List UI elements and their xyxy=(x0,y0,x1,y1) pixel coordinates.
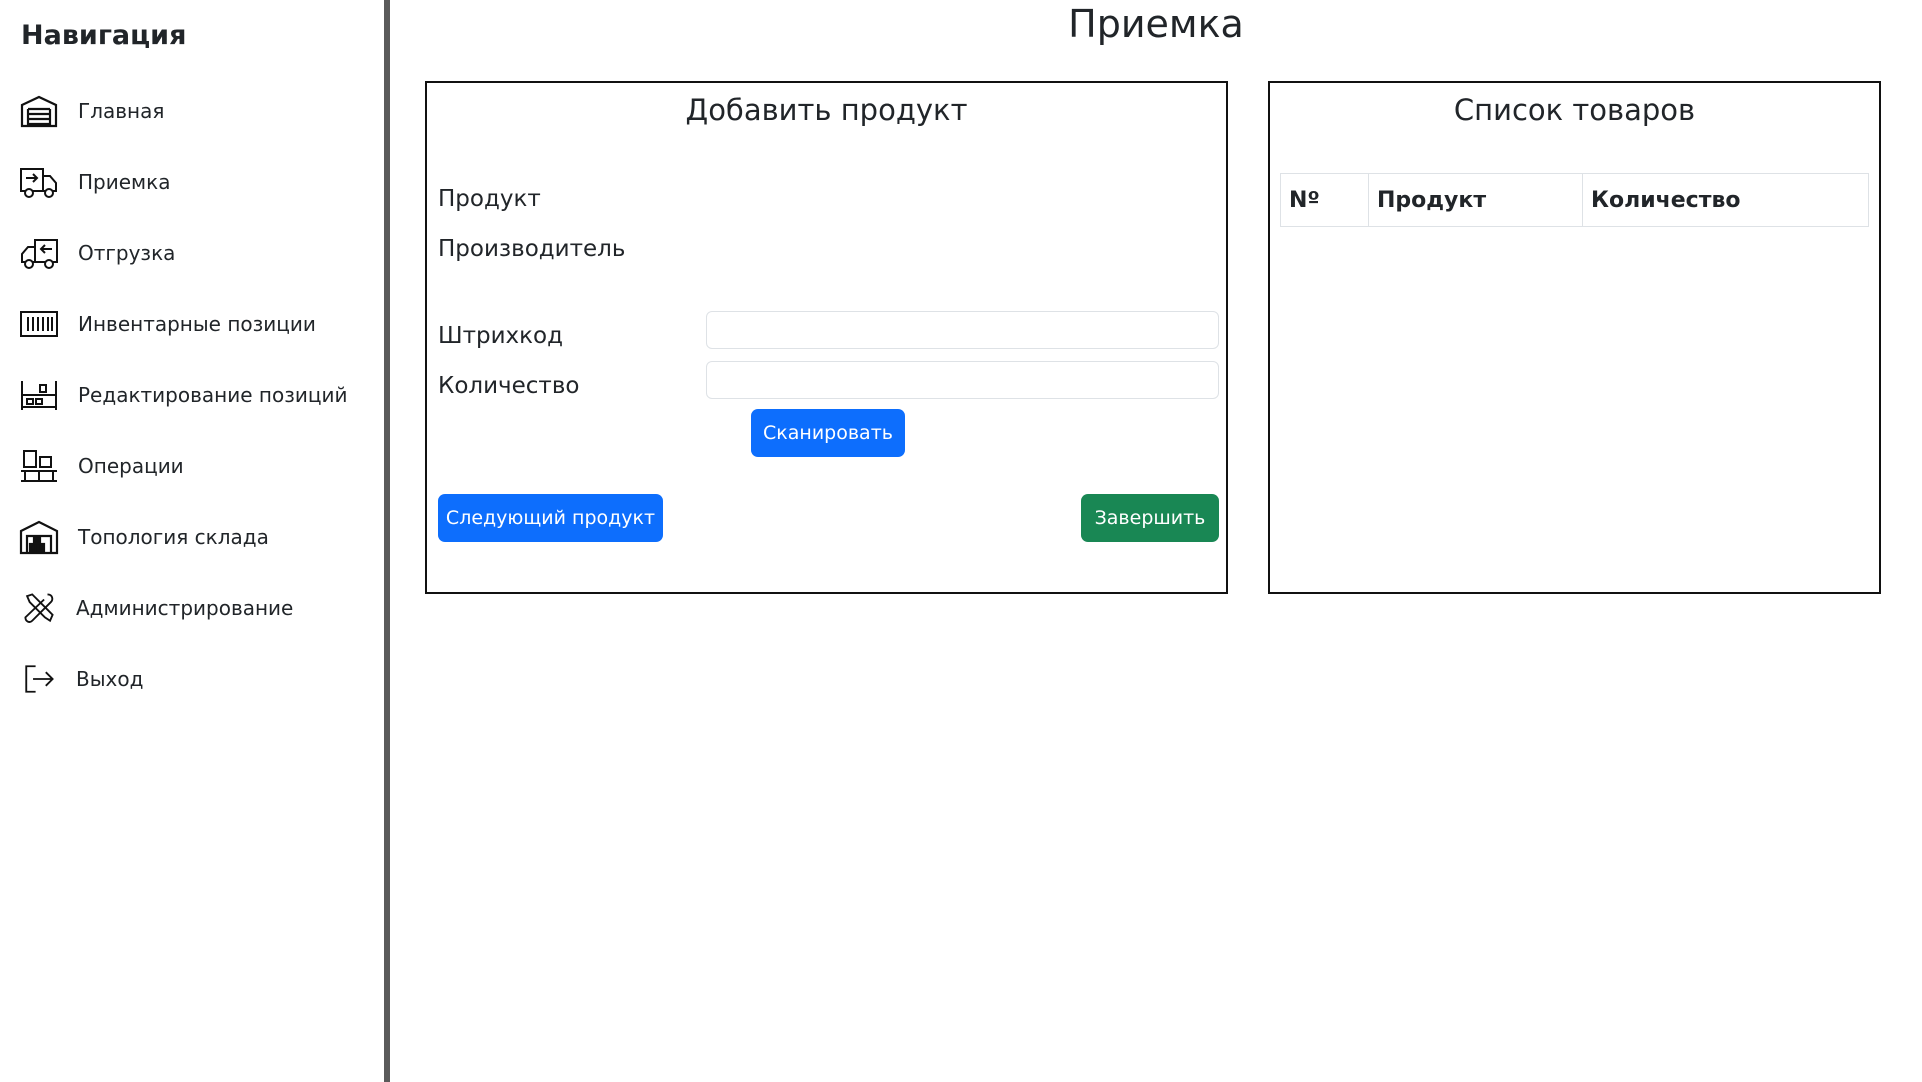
quantity-label: Количество xyxy=(438,373,580,399)
column-header-number: Nº xyxy=(1280,173,1369,227)
add-product-panel: Добавить продукт Продукт Производитель Ш… xyxy=(425,81,1228,594)
sidebar-item-label: Главная xyxy=(78,99,165,123)
sidebar-item-inventory[interactable]: Инвентарные позиции xyxy=(19,302,316,346)
truck-arrow-out-icon xyxy=(19,233,59,273)
page-title: Приемка xyxy=(1068,2,1244,46)
add-product-heading: Добавить продукт xyxy=(685,93,968,127)
scan-button[interactable]: Сканировать xyxy=(751,409,905,457)
barcode-label: Штрихкод xyxy=(438,323,564,349)
finish-button[interactable]: Завершить xyxy=(1081,494,1219,542)
barcode-input[interactable] xyxy=(706,311,1219,349)
warehouse-layout-icon xyxy=(19,517,59,557)
sidebar-item-home[interactable]: Главная xyxy=(19,89,164,133)
sidebar-item-receiving[interactable]: Приемка xyxy=(19,160,170,204)
product-table: Nº Продукт Количество xyxy=(1280,173,1869,227)
sidebar-item-topology[interactable]: Топология склада xyxy=(19,515,269,559)
sidebar-item-operations[interactable]: Операции xyxy=(19,444,184,488)
sidebar-item-shipping[interactable]: Отгрузка xyxy=(19,231,175,275)
sidebar-item-label: Инвентарные позиции xyxy=(78,312,316,336)
sidebar-item-label: Администрирование xyxy=(76,596,294,620)
sidebar-item-label: Редактирование позиций xyxy=(78,383,348,407)
next-product-button[interactable]: Следующий продукт xyxy=(438,494,663,542)
sidebar-divider xyxy=(384,0,390,1082)
warehouse-icon xyxy=(19,91,59,131)
sidebar-item-logout[interactable]: Выход xyxy=(19,657,143,701)
sidebar-item-label: Топология склада xyxy=(78,525,269,549)
sidebar-item-admin[interactable]: Администрирование xyxy=(19,586,293,630)
boxes-icon xyxy=(19,446,59,486)
table-header-row: Nº Продукт Количество xyxy=(1280,173,1869,227)
barcode-icon xyxy=(19,304,59,344)
truck-arrow-in-icon xyxy=(19,162,59,202)
sidebar-item-label: Операции xyxy=(78,454,184,478)
product-list-heading: Список товаров xyxy=(1453,93,1696,127)
logout-icon xyxy=(19,659,59,699)
shelf-edit-icon xyxy=(19,375,59,415)
sidebar-item-label: Приемка xyxy=(78,170,171,194)
column-header-product: Продукт xyxy=(1368,173,1583,227)
manufacturer-label: Производитель xyxy=(438,236,626,262)
quantity-input[interactable] xyxy=(706,361,1219,399)
product-list-panel: Список товаров Nº Продукт Количество xyxy=(1268,81,1881,594)
column-header-quantity: Количество xyxy=(1582,173,1869,227)
tools-icon xyxy=(19,588,59,628)
product-label: Продукт xyxy=(438,186,541,212)
sidebar: Навигация Главная Приемка Отгрузка Инвен… xyxy=(0,0,386,1082)
sidebar-item-label: Выход xyxy=(76,667,144,691)
sidebar-title: Навигация xyxy=(21,20,187,51)
sidebar-item-label: Отгрузка xyxy=(78,241,176,265)
sidebar-item-edit-positions[interactable]: Редактирование позиций xyxy=(19,373,347,417)
